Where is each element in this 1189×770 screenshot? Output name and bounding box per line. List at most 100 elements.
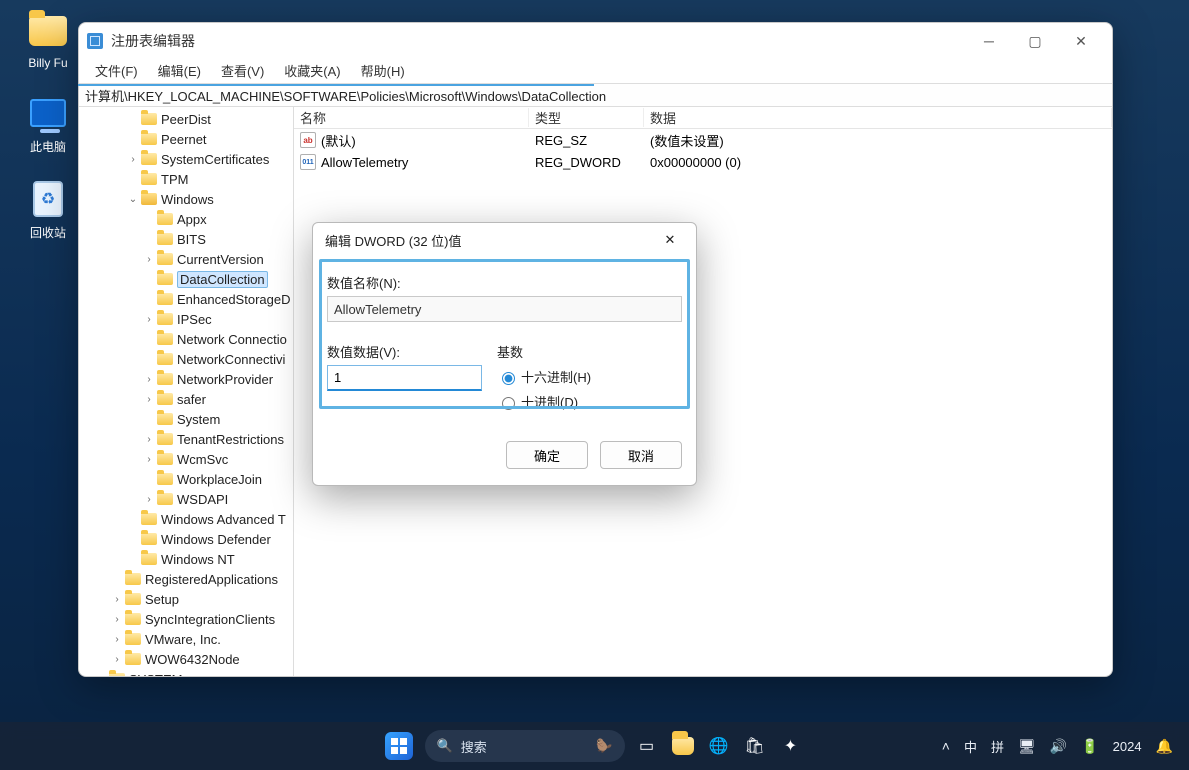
tree-item[interactable]: EnhancedStorageD [79,289,293,309]
folder-icon [125,633,141,645]
tree-item[interactable]: BITS [79,229,293,249]
expand-icon[interactable]: › [111,594,123,605]
tree-item[interactable]: › SyncIntegrationClients [79,609,293,629]
maximize-button[interactable]: ▢ [1012,26,1058,56]
tree-item[interactable]: Appx [79,209,293,229]
battery-icon[interactable]: 🔋 [1081,738,1098,755]
tree-item[interactable]: Peernet [79,129,293,149]
ime-indicator-2[interactable]: 拼 [991,737,1004,756]
expand-icon[interactable]: › [127,154,139,165]
value-name-field[interactable] [327,296,682,322]
tree-item[interactable]: ›SystemCertificates [79,149,293,169]
value-data-field[interactable] [327,365,482,391]
menu-help[interactable]: 帮助(H) [351,59,415,83]
volume-icon[interactable]: 🔊 [1050,738,1067,755]
tree-item[interactable]: › WSDAPI [79,489,293,509]
tree-item[interactable]: DataCollection [79,269,293,289]
tree-item-label: Appx [177,212,207,227]
dialog-close-button[interactable]: ✕ [656,226,684,254]
expand-icon[interactable]: › [143,454,155,465]
expand-icon[interactable]: › [143,374,155,385]
recycle-bin-icon [33,181,63,217]
taskbar-search[interactable]: 🔍 搜索 🦫 [425,730,625,762]
explorer-button[interactable] [669,732,697,760]
expand-icon[interactable]: › [143,254,155,265]
tree-item[interactable]: ›WOW6432Node [79,649,293,669]
titlebar[interactable]: 注册表编辑器 ─ ▢ ✕ [79,23,1112,59]
minimize-button[interactable]: ─ [966,26,1012,56]
expand-icon[interactable]: › [95,674,107,677]
tree-item[interactable]: ›SYSTEM [79,669,293,676]
cancel-button[interactable]: 取消 [600,441,682,469]
folder-icon [141,533,157,545]
desktop-recycle-bin[interactable]: 回收站 [12,178,84,241]
store-button[interactable]: 🛍 [741,732,769,760]
search-icon: 🔍 [437,738,453,754]
radio-hex-input[interactable] [502,372,515,385]
tree-item[interactable]: ›Setup [79,589,293,609]
expand-icon[interactable]: › [143,494,155,505]
expand-icon[interactable]: › [111,614,123,625]
folder-icon [157,473,173,485]
tree-item[interactable]: WorkplaceJoin [79,469,293,489]
menu-edit[interactable]: 编辑(E) [148,59,211,83]
tree-item-label: Windows Defender [161,532,271,547]
col-header-type[interactable]: 类型 [529,108,644,127]
radio-dec[interactable]: 十进制(D) [497,392,682,411]
tree-item[interactable]: Windows NT [79,549,293,569]
tray-chevron-up-icon[interactable]: ˄ [942,738,950,754]
notifications-icon[interactable]: 🔔 [1156,738,1173,755]
expand-icon[interactable]: › [143,434,155,445]
expand-icon[interactable]: › [111,654,123,665]
tree-item[interactable]: PeerDist [79,109,293,129]
tree-item-label: Windows NT [161,552,235,567]
radio-dec-input[interactable] [502,397,515,410]
expand-icon[interactable]: › [143,394,155,405]
desktop-this-pc[interactable]: 此电脑 [12,92,84,155]
tree-item[interactable]: ⌄Windows [79,189,293,209]
value-data-label: 数值数据(V): [327,342,497,361]
menu-file[interactable]: 文件(F) [85,59,148,83]
taskview-button[interactable]: ▭ [633,732,661,760]
tree-item[interactable]: NetworkConnectivi [79,349,293,369]
radio-hex[interactable]: 十六进制(H) [497,367,682,386]
network-icon[interactable]: 🖥 [1018,738,1036,755]
tree-item[interactable]: ›CurrentVersion [79,249,293,269]
tree-item-label: WSDAPI [177,492,228,507]
tree-item[interactable]: ›NetworkProvider [79,369,293,389]
tree-item[interactable]: TPM [79,169,293,189]
col-header-name[interactable]: 名称 [294,108,529,127]
tree-item[interactable]: Network Connectio [79,329,293,349]
ime-indicator-1[interactable]: 中 [964,737,977,756]
start-button[interactable] [385,732,413,760]
edit-dword-dialog: 编辑 DWORD (32 位)值 ✕ 数值名称(N): 数值数据(V): 基数 … [312,222,697,486]
tree-item[interactable]: RegisteredApplications [79,569,293,589]
tree-item[interactable]: ›VMware, Inc. [79,629,293,649]
desktop-icon-label: Billy Fu [12,56,84,70]
col-header-data[interactable]: 数据 [644,108,1112,127]
tree-item[interactable]: ›IPSec [79,309,293,329]
menu-favorites[interactable]: 收藏夹(A) [274,59,350,83]
menu-view[interactable]: 查看(V) [211,59,274,83]
clock-year[interactable]: 2024 [1113,739,1142,754]
app-button[interactable]: ✦ [777,732,805,760]
registry-tree[interactable]: PeerDistPeernet›SystemCertificatesTPM⌄Wi… [79,107,294,676]
tree-item[interactable]: Windows Advanced T [79,509,293,529]
ok-button[interactable]: 确定 [506,441,588,469]
tree-item[interactable]: System [79,409,293,429]
tree-item-label: SyncIntegrationClients [145,612,275,627]
value-row[interactable]: 011AllowTelemetryREG_DWORD0x00000000 (0) [294,151,1112,173]
desktop-user-folder[interactable]: Billy Fu [12,10,84,70]
address-bar[interactable]: 计算机\HKEY_LOCAL_MACHINE\SOFTWARE\Policies… [79,83,1112,107]
value-row[interactable]: ab(默认)REG_SZ(数值未设置) [294,129,1112,151]
edge-button[interactable]: 🌐 [705,732,733,760]
tree-item[interactable]: › safer [79,389,293,409]
tree-item[interactable]: Windows Defender [79,529,293,549]
close-button[interactable]: ✕ [1058,26,1104,56]
tree-item-label: safer [177,392,206,407]
expand-icon[interactable]: › [143,314,155,325]
expand-icon[interactable]: › [111,634,123,645]
tree-item[interactable]: ›WcmSvc [79,449,293,469]
tree-item[interactable]: ›TenantRestrictions [79,429,293,449]
expand-icon[interactable]: ⌄ [127,194,139,205]
